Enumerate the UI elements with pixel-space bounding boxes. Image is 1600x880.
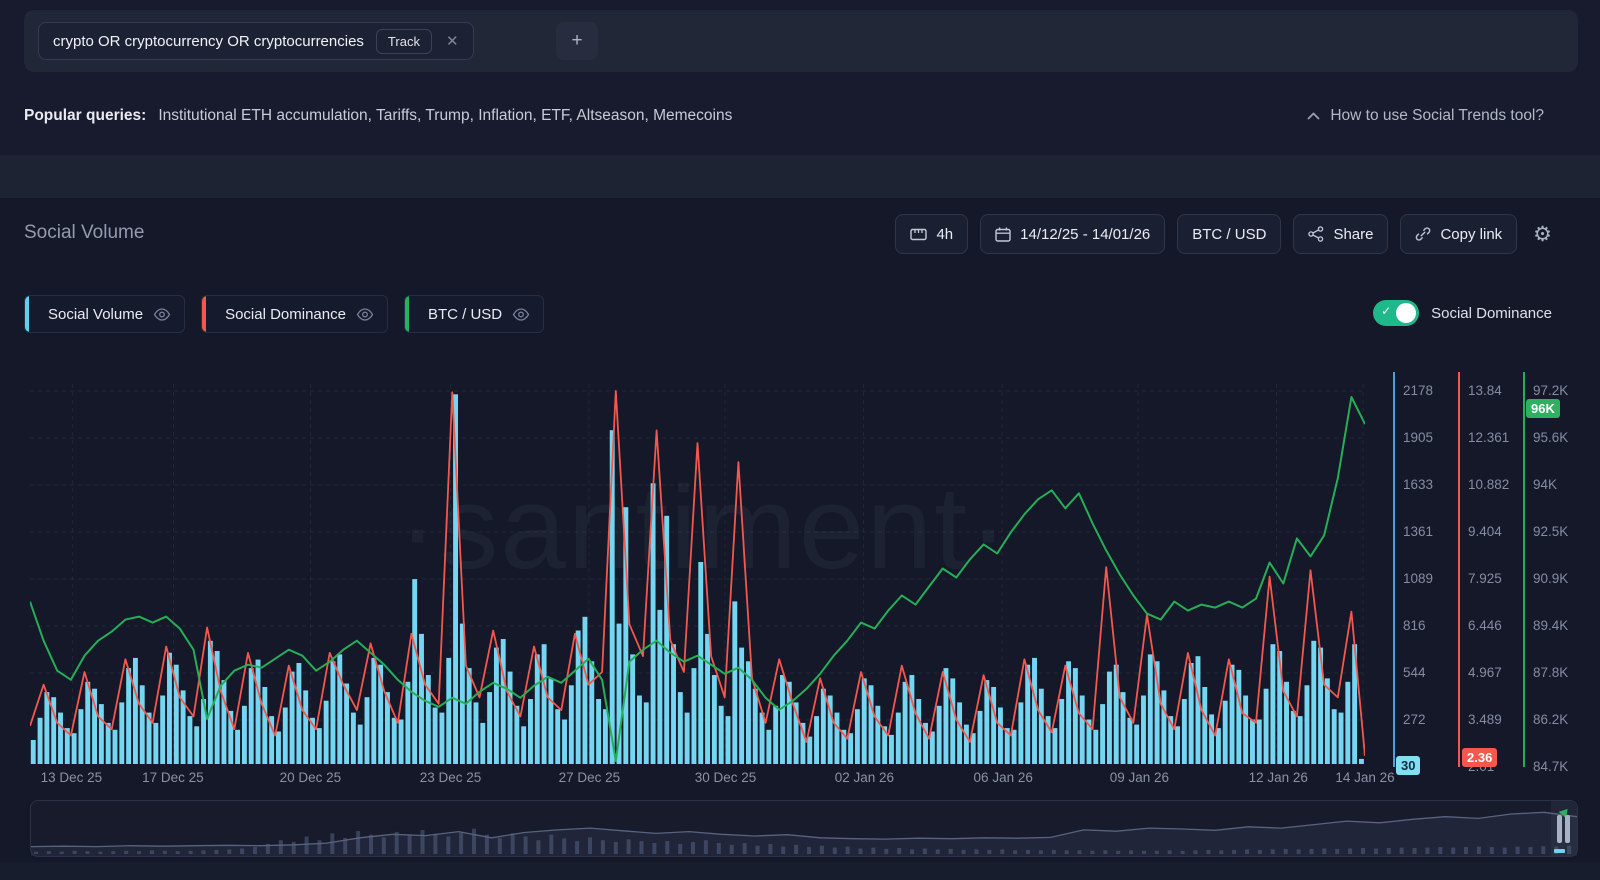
toggle-label: Social Dominance [1431,305,1552,322]
page-title: Social Volume [24,222,144,244]
navigator-volume-tip [1554,849,1565,853]
pair-button[interactable]: BTC / USD [1177,214,1281,254]
search-query-chip[interactable]: crypto OR cryptocurrency OR cryptocurren… [38,22,474,60]
timeline-navigator[interactable] [30,800,1578,857]
legend-color-bar [202,295,206,333]
share-label: Share [1333,226,1373,243]
gear-icon[interactable]: ⚙ [1533,224,1552,245]
x-axis-date-label: 14 Jan 26 [1335,770,1394,785]
add-query-button[interactable]: + [556,22,598,60]
price-axis-tick: 92.5K [1533,524,1568,539]
share-icon [1308,226,1324,242]
chart-area: ·santiment· 2178190516331361108981654427… [0,372,1600,792]
pair-value: BTC / USD [1192,226,1266,243]
price-axis-tick: 84.7K [1533,759,1568,774]
volume-axis-current-badge: 30 [1396,756,1420,775]
x-axis-date-label: 27 Dec 25 [559,770,621,785]
price-axis-tick: 87.8K [1533,665,1568,680]
price-axis-tick: 95.6K [1533,430,1568,445]
interval-button[interactable]: 4h [895,214,968,254]
x-axis-date-label: 20 Dec 25 [280,770,342,785]
date-range-value: 14/12/25 - 14/01/26 [1020,226,1150,243]
legend-chip-social-dominance[interactable]: Social Dominance [201,295,388,333]
volume-axis-tick: 1633 [1403,477,1433,492]
price-axis-tick: 86.2K [1533,712,1568,727]
legend-chip-label: Social Volume [48,306,143,323]
subheader-band [0,155,1600,198]
volume-axis-tick: 272 [1403,712,1426,727]
legend-color-bar [405,295,409,333]
dominance-axis-tick: 13.84 [1468,383,1502,398]
x-axis-date-label: 23 Dec 25 [420,770,482,785]
dominance-axis-tick: 6.446 [1468,618,1502,633]
volume-axis-tick: 2178 [1403,383,1433,398]
x-axis-date-label: 17 Dec 25 [142,770,204,785]
price-axis-rail [1523,372,1525,767]
interval-value: 4h [936,226,953,243]
track-button[interactable]: Track [376,29,432,54]
social-volume-chart[interactable] [30,372,1365,764]
navigator-overview-chart [31,801,1577,856]
dominance-axis-tick: 7.925 [1468,571,1502,586]
interval-icon [910,228,927,241]
popular-queries-links[interactable]: Institutional ETH accumulation, Tariffs,… [158,107,732,125]
close-icon[interactable]: ✕ [444,32,461,50]
dominance-axis-tick: 4.967 [1468,665,1502,680]
x-axis-date-label: 09 Jan 26 [1110,770,1169,785]
footer-strip [0,862,1600,880]
toggle-knob [1396,303,1416,323]
help-link-label[interactable]: How to use Social Trends tool? [1330,107,1544,125]
x-axis-date-label: 12 Jan 26 [1249,770,1308,785]
eye-icon[interactable] [512,308,530,321]
social-dominance-toggle[interactable]: ✓ [1373,300,1419,326]
link-icon [1415,226,1431,242]
navigator-handle[interactable] [1557,815,1570,843]
price-axis-tick: 94K [1533,477,1557,492]
legend-color-bar [25,295,29,333]
dominance-axis-tick: 10.882 [1468,477,1509,492]
x-axis-date-label: 06 Jan 26 [974,770,1033,785]
share-button[interactable]: Share [1293,214,1388,254]
dominance-axis-tick: 12.361 [1468,430,1509,445]
volume-axis-tick: 1089 [1403,571,1433,586]
volume-axis-rail [1393,372,1395,767]
search-container: crypto OR cryptocurrency OR cryptocurren… [24,10,1578,72]
volume-axis-tick: 816 [1403,618,1426,633]
volume-axis-tick: 1361 [1403,524,1433,539]
legend-row: Social Volume Social Dominance BTC / USD [24,295,544,333]
dominance-axis-rail [1458,372,1460,767]
legend-chip-social-volume[interactable]: Social Volume [24,295,185,333]
dominance-axis-tick: 9.404 [1468,524,1502,539]
price-axis-tick: 97.2K [1533,383,1568,398]
x-axis-date-label: 02 Jan 26 [835,770,894,785]
price-axis-tick: 89.4K [1533,618,1568,633]
date-range-button[interactable]: 14/12/25 - 14/01/26 [980,214,1165,254]
price-axis-current-badge: 96K [1526,399,1560,418]
dominance-axis-current-badge: 2.36 [1462,748,1497,767]
calendar-icon [995,227,1011,242]
legend-chip-btc-usd[interactable]: BTC / USD [404,295,544,333]
chevron-up-icon [1307,112,1320,120]
dominance-axis-tick: 3.489 [1468,712,1502,727]
volume-axis-tick: 544 [1403,665,1426,680]
chart-toolbar: 4h 14/12/25 - 14/01/26 BTC / USD Share C… [895,214,1552,254]
price-axis-tick: 90.9K [1533,571,1568,586]
help-link[interactable]: How to use Social Trends tool? [1307,107,1544,125]
legend-chip-label: BTC / USD [428,306,502,323]
search-query-text[interactable]: crypto OR cryptocurrency OR cryptocurren… [53,33,364,50]
copy-link-label: Copy link [1440,226,1502,243]
check-icon: ✓ [1381,304,1391,318]
eye-icon[interactable] [153,308,171,321]
top-search-section: crypto OR cryptocurrency OR cryptocurren… [0,0,1600,155]
legend-chip-label: Social Dominance [225,306,346,323]
eye-icon[interactable] [356,308,374,321]
popular-queries-label: Popular queries: [24,107,146,125]
copy-link-button[interactable]: Copy link [1400,214,1517,254]
x-axis-date-label: 30 Dec 25 [695,770,757,785]
x-axis-date-label: 13 Dec 25 [41,770,103,785]
volume-axis-tick: 1905 [1403,430,1433,445]
